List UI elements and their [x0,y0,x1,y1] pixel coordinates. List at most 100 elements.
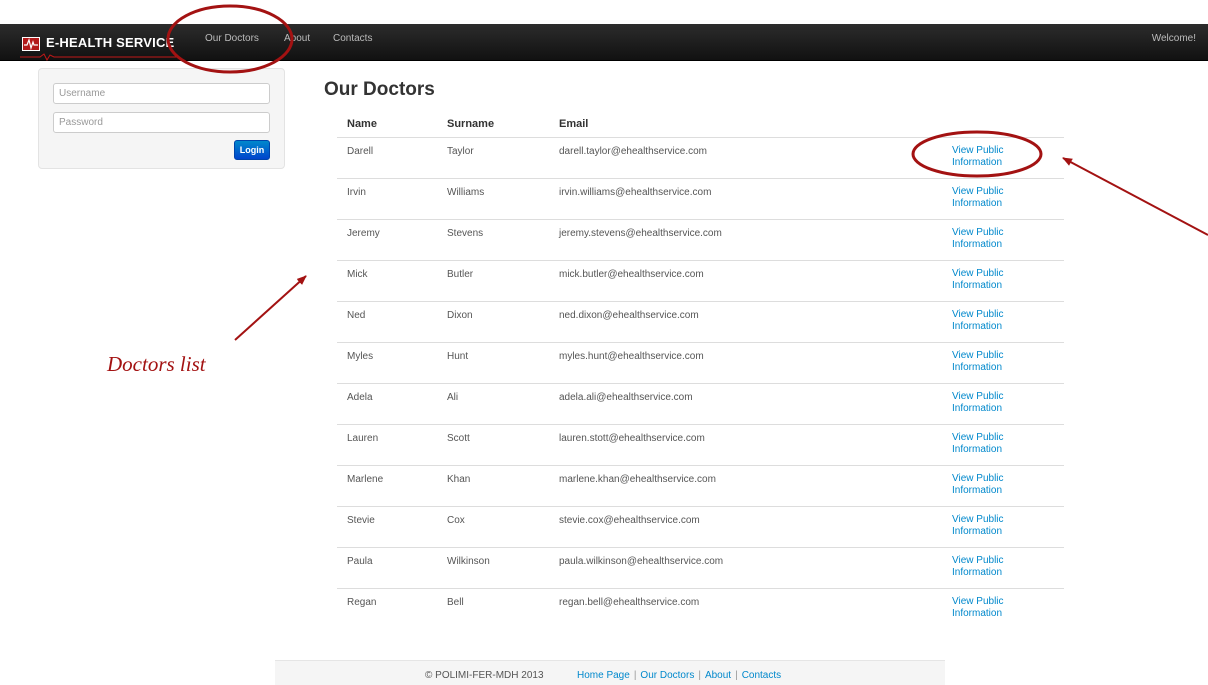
doctor-email: mick.butler@ehealthservice.com [549,259,942,301]
link-line-2: Information [952,361,1003,373]
nav-contacts[interactable]: Contacts [333,24,372,54]
doctor-name: Irvin [337,177,437,219]
doctor-email: myles.hunt@ehealthservice.com [549,341,942,383]
footer-links: Home Page | Our Doctors | About | Contacts [577,670,781,681]
doctor-name: Adela [337,382,437,424]
doctor-email: regan.bell@ehealthservice.com [549,587,942,629]
username-input[interactable] [53,83,270,104]
view-public-information-link[interactable]: View Public Information [952,473,1064,497]
doctor-action-cell: View Public Information [942,382,1064,424]
doctor-surname: Butler [437,259,549,301]
doctor-name: Ned [337,300,437,342]
footer-separator: | [698,670,701,681]
doctor-name: Jeremy [337,218,437,260]
doctor-surname: Hunt [437,341,549,383]
page-title: Our Doctors [324,79,435,100]
table-row: Irvin Williams irvin.williams@ehealthservi… [337,177,1064,219]
footer: © POLIMI-FER-MDH 2013 Home Page | Our Doct… [275,660,945,685]
doctor-email: irvin.williams@ehealthservice.com [549,177,942,219]
doctor-action-cell: View Public Information [942,218,1064,260]
link-line-1: View Public [952,267,1004,279]
footer-link-about[interactable]: About [705,670,731,681]
link-line-2: Information [952,238,1003,250]
doctor-action-cell: View Public Information [942,259,1064,301]
footer-link-contacts[interactable]: Contacts [742,670,781,681]
link-line-2: Information [952,525,1003,537]
doctor-name: Myles [337,341,437,383]
link-line-1: View Public [952,144,1004,156]
column-header-email: Email [559,118,589,131]
doctor-surname: Cox [437,505,549,547]
doctor-surname: Scott [437,423,549,465]
doctor-action-cell: View Public Information [942,177,1064,219]
doctor-name: Marlene [337,464,437,506]
password-input[interactable] [53,112,270,133]
doctor-name: Paula [337,546,437,588]
welcome-text: Welcome! [1151,33,1196,44]
view-public-information-link[interactable]: View Public Information [952,145,1064,169]
view-public-information-link[interactable]: View Public Information [952,514,1064,538]
view-public-information-link[interactable]: View Public Information [952,350,1064,374]
footer-link-home[interactable]: Home Page [577,670,630,681]
login-panel: Login [38,68,285,169]
link-line-2: Information [952,156,1003,168]
link-line-1: View Public [952,431,1004,443]
login-button[interactable]: Login [234,140,270,160]
nav-our-doctors[interactable]: Our Doctors [205,24,259,54]
view-public-information-link[interactable]: View Public Information [952,309,1064,333]
table-row: Ned Dixon ned.dixon@ehealthservice.com View… [337,300,1064,342]
view-public-information-link[interactable]: View Public Information [952,596,1064,620]
link-line-1: View Public [952,390,1004,402]
view-public-information-link[interactable]: View Public Information [952,268,1064,292]
table-header-row: Name Surname Email [337,112,1064,137]
view-public-information-link[interactable]: View Public Information [952,227,1064,251]
doctor-action-cell: View Public Information [942,546,1064,588]
link-line-1: View Public [952,349,1004,361]
doctor-email: stevie.cox@ehealthservice.com [549,505,942,547]
footer-link-our-doctors[interactable]: Our Doctors [640,670,694,681]
doctor-surname: Ali [437,382,549,424]
link-line-2: Information [952,402,1003,414]
doctor-email: adela.ali@ehealthservice.com [549,382,942,424]
doctor-rows: Darell Taylor darell.taylor@ehealthservice… [337,136,1064,629]
doctor-surname: Khan [437,464,549,506]
table-row: Adela Ali adela.ali@ehealthservice.com View… [337,382,1064,424]
nav-about[interactable]: About [284,24,310,54]
link-line-1: View Public [952,554,1004,566]
footer-separator: | [735,670,738,681]
doctor-name: Regan [337,587,437,629]
doctor-surname: Stevens [437,218,549,260]
table-row: Lauren Scott lauren.stott@ehealthservice.c… [337,423,1064,465]
doctors-table: Name Surname Email Darell Taylor darell.ta… [337,112,1064,629]
link-line-1: View Public [952,308,1004,320]
view-public-information-link[interactable]: View Public Information [952,391,1064,415]
doctor-surname: Williams [437,177,549,219]
table-row: Regan Bell regan.bell@ehealthservice.com Vi… [337,587,1064,629]
table-row: Darell Taylor darell.taylor@ehealthservice… [337,136,1064,178]
doctor-name: Darell [337,136,437,178]
link-line-1: View Public [952,595,1004,607]
doctor-email: ned.dixon@ehealthservice.com [549,300,942,342]
copyright-text: © POLIMI-FER-MDH 2013 [425,670,544,681]
view-public-information-link[interactable]: View Public Information [952,432,1064,456]
doctor-action-cell: View Public Information [942,136,1064,178]
doctor-action-cell: View Public Information [942,505,1064,547]
doctor-action-cell: View Public Information [942,300,1064,342]
doctor-name: Mick [337,259,437,301]
doctor-surname: Taylor [437,136,549,178]
link-line-2: Information [952,566,1003,578]
table-row: Paula Wilkinson paula.wilkinson@ehealthser… [337,546,1064,588]
link-line-2: Information [952,197,1003,209]
doctor-name: Stevie [337,505,437,547]
view-public-information-link[interactable]: View Public Information [952,186,1064,210]
link-line-1: View Public [952,472,1004,484]
table-row: Jeremy Stevens jeremy.stevens@ehealthservi… [337,218,1064,260]
table-row: Mick Butler mick.butler@ehealthservice.com… [337,259,1064,301]
doctor-surname: Dixon [437,300,549,342]
doctor-email: darell.taylor@ehealthservice.com [549,136,942,178]
column-header-action [942,112,1064,137]
link-line-2: Information [952,443,1003,455]
view-public-information-link[interactable]: View Public Information [952,555,1064,579]
doctor-action-cell: View Public Information [942,587,1064,629]
link-line-1: View Public [952,513,1004,525]
